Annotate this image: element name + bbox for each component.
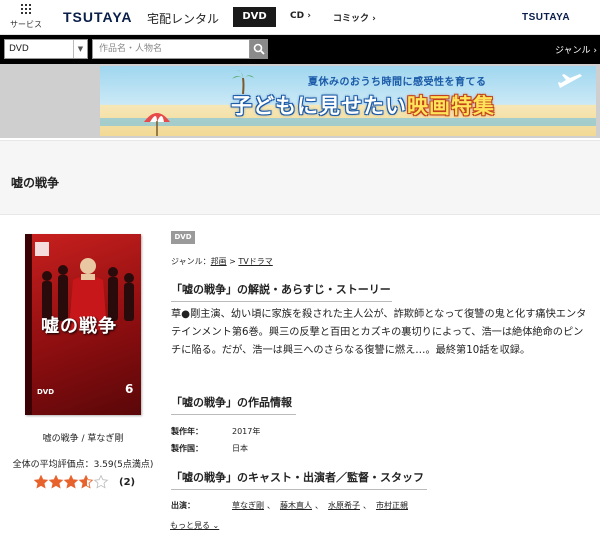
- service-menu-button[interactable]: サービス: [9, 3, 43, 33]
- airplane-icon: [558, 74, 582, 88]
- beach-umbrella-icon: [144, 113, 170, 136]
- cover-spine: [25, 234, 32, 415]
- cast-heading: 「嘘の戦争」のキャスト・出演者／監督・スタッフ: [171, 469, 427, 490]
- genre-link-hougai[interactable]: 邦画: [211, 257, 227, 266]
- format-badge: DVD: [171, 231, 195, 244]
- genre-breadcrumb: ジャンル：邦画 > TVドラマ: [171, 256, 273, 267]
- synopsis-text: 草●剛主演、幼い頃に家族を殺された主人公が、詐欺師となって復讐の鬼と化す痛快エン…: [171, 309, 587, 356]
- star-4: [78, 475, 94, 489]
- info-heading: 「嘘の戦争」の作品情報: [171, 394, 296, 415]
- synopsis-heading: 「嘘の戦争」の解説・あらすじ・ストーリー: [171, 281, 392, 302]
- grid-icon: [21, 4, 31, 14]
- show-more-link[interactable]: もっと見る ⌄: [170, 520, 219, 531]
- category-select[interactable]: DVD ▼: [4, 39, 88, 59]
- star-1: [34, 475, 49, 489]
- promo-banner[interactable]: 夏休みのおうち時間に感受性を育てる 子どもに見せたい映画特集: [100, 66, 596, 136]
- search-input[interactable]: [92, 39, 250, 59]
- banner-title: 子どもに見せたい映画特集: [231, 90, 495, 120]
- category-select-value: DVD: [9, 44, 29, 54]
- top-nav: サービス TSUTAYA 宅配レンタル DVD CD › コミック › TSUT…: [0, 0, 600, 35]
- search-icon: [253, 43, 265, 55]
- review-count[interactable]: (2): [119, 477, 135, 488]
- info-row-country: 製作国： 日本: [171, 443, 248, 454]
- page-title: 嘘の戦争: [11, 176, 60, 190]
- average-rating-text: 全体の平均評価点：3.59(5点満点): [12, 460, 154, 470]
- info-value-year: 2017年: [232, 427, 261, 436]
- nav-tab-dvd[interactable]: DVD: [233, 7, 276, 27]
- nav-tab-cd[interactable]: CD ›: [290, 11, 311, 21]
- cover-volume: 6: [125, 382, 134, 396]
- nav-tab-comic[interactable]: コミック ›: [333, 11, 376, 24]
- service-label: サービス: [10, 20, 42, 29]
- banner-subtitle: 夏休みのおうち時間に感受性を育てる: [308, 77, 487, 88]
- banner-title-highlight: 映画特集: [407, 94, 495, 118]
- star-rating-icon: [34, 475, 109, 489]
- star-5: [93, 475, 109, 489]
- genre-prefix: ジャンル：: [171, 257, 211, 266]
- cast-link[interactable]: 市村正親: [376, 501, 408, 510]
- product-caption: 嘘の戦争 / 草なぎ剛: [42, 434, 124, 444]
- info-key-country: 製作国：: [171, 444, 203, 453]
- cast-link[interactable]: 藤木直人: [280, 501, 312, 510]
- genre-link-tvdrama[interactable]: TVドラマ: [238, 257, 272, 266]
- info-value-country: 日本: [232, 444, 248, 453]
- info-row-year: 製作年： 2017年: [171, 426, 260, 437]
- tsutaya-logo[interactable]: TSUTAYA: [63, 9, 133, 25]
- search-bar: DVD ▼ ジャンル ›: [0, 35, 600, 64]
- cast-row: 出演： 草なぎ剛、藤木直人、水原希子、市村正親: [171, 501, 408, 510]
- genre-menu[interactable]: ジャンル ›: [555, 43, 597, 56]
- cast-key: 出演：: [171, 501, 195, 510]
- title-band: 嘘の戦争: [0, 140, 600, 215]
- genre-separator: >: [226, 257, 239, 266]
- info-key-year: 製作年：: [171, 427, 203, 436]
- cast-link[interactable]: 水原希子: [328, 501, 360, 510]
- product-cover-image[interactable]: 嘘の戦争 6 DVD: [25, 234, 141, 415]
- star-2: [48, 475, 64, 489]
- star-3: [63, 475, 79, 489]
- rental-label: 宅配レンタル: [147, 12, 220, 26]
- cover-format: DVD: [37, 388, 55, 396]
- search-button[interactable]: [250, 39, 268, 59]
- tsutaya-logo-right[interactable]: TSUTAYA: [522, 12, 570, 23]
- chevron-down-icon: ▼: [73, 40, 87, 58]
- cover-title: 嘘の戦争: [41, 316, 117, 337]
- banner-title-prefix: 子どもに見せたい: [231, 94, 407, 118]
- star-rating: [34, 475, 110, 489]
- cast-link[interactable]: 草なぎ剛: [232, 501, 264, 510]
